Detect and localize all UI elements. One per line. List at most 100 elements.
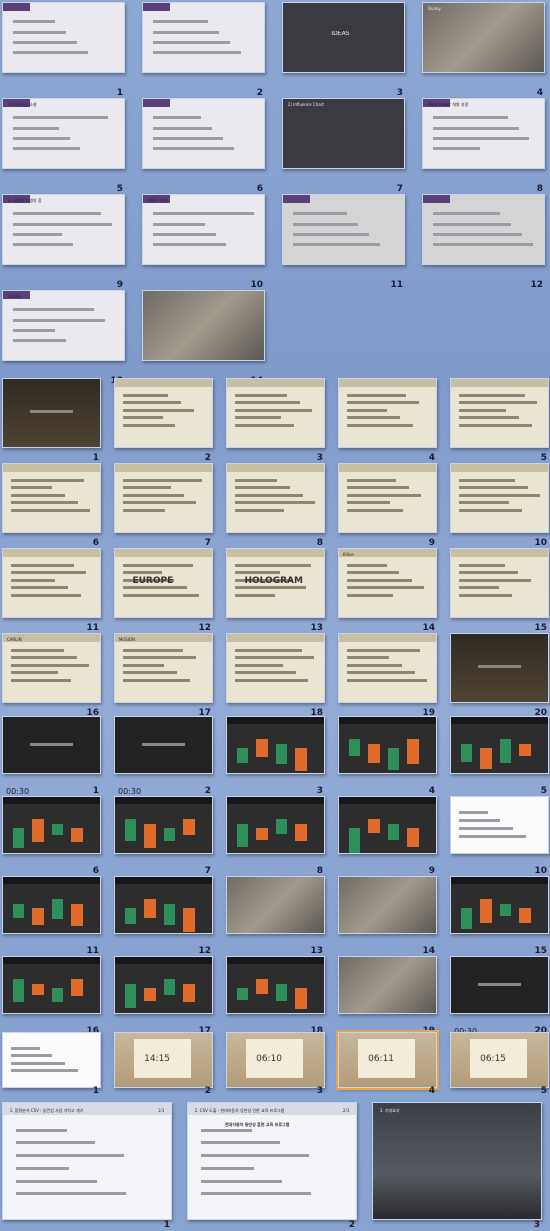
slide-thumbnail-cell[interactable]: 7 [114, 796, 226, 876]
slide-thumbnail[interactable] [450, 956, 549, 1014]
slide-thumbnail-cell[interactable]: Pivot Power 개발 과정 8 [422, 98, 550, 194]
slide-thumbnail[interactable] [2, 716, 101, 774]
slide-thumbnail[interactable]: IDEAS [282, 2, 405, 73]
slide-thumbnail[interactable] [338, 463, 437, 533]
slide-thumbnail[interactable] [450, 796, 549, 854]
slide-thumbnail-cell[interactable]: 12 [422, 194, 550, 290]
slide-thumbnail-cell[interactable]: 2000:30 [450, 956, 550, 1036]
slide-thumbnail-cell[interactable]: 1 [2, 1032, 114, 1096]
slide-thumbnail[interactable]: MUSION [114, 633, 213, 703]
slide-thumbnail[interactable] [450, 548, 549, 618]
slide-thumbnail-cell[interactable]: 20 [450, 633, 550, 718]
slide-thumbnail-cell[interactable]: 2 [114, 378, 226, 463]
slide-thumbnail-cell[interactable]: 14 [338, 876, 450, 956]
slide-thumbnail[interactable]: HOLOGRAM [226, 548, 325, 618]
slide-thumbnail-cell[interactable]: HOLOGRAM 13 [226, 548, 338, 633]
slide-thumbnail-cell[interactable]: 06:15 5 [450, 1032, 550, 1096]
slide-thumbnail[interactable] [142, 98, 265, 169]
slide-thumbnail[interactable] [226, 956, 325, 1014]
slide-thumbnail-cell[interactable]: 10 [450, 463, 550, 548]
slide-thumbnail-cell[interactable]: 3) 제품의 탄생의 힘 9 [2, 194, 142, 290]
slide-thumbnail[interactable]: 3) 제품의 탄생의 힘 [2, 194, 125, 265]
slide-thumbnail[interactable]: Quirky [2, 290, 125, 361]
slide-thumbnail[interactable] [2, 876, 101, 934]
slide-thumbnail-cell[interactable]: 8 [226, 796, 338, 876]
slide-thumbnail-cell[interactable]: 15 [450, 876, 550, 956]
slide-thumbnail-cell[interactable]: 15 [450, 548, 550, 633]
slide-thumbnail[interactable] [338, 876, 437, 934]
slide-thumbnail[interactable]: 06:11 [336, 1030, 439, 1090]
slide-thumbnail-cell[interactable]: 4 [338, 378, 450, 463]
slide-thumbnail[interactable]: CARLIN [2, 633, 101, 703]
slide-thumbnail[interactable] [114, 796, 213, 854]
slide-thumbnail-cell[interactable]: 14:15 2 [114, 1032, 226, 1096]
slide-thumbnail-cell[interactable]: 2 [142, 2, 282, 98]
slide-thumbnail[interactable] [2, 796, 101, 854]
slide-thumbnail-cell[interactable]: 8 [226, 463, 338, 548]
slide-thumbnail[interactable] [226, 463, 325, 533]
slide-thumbnail-cell[interactable]: 13 [226, 876, 338, 956]
slide-thumbnail[interactable]: 06:10 [226, 1032, 325, 1088]
slide-thumbnail[interactable] [2, 2, 125, 73]
slide-thumbnail[interactable] [338, 378, 437, 448]
slide-thumbnail-cell[interactable]: 3. 기대효과 3/3 3 [372, 1102, 550, 1230]
slide-thumbnail[interactable] [114, 463, 213, 533]
slide-thumbnail-cell[interactable]: MUSION 17 [114, 633, 226, 718]
slide-thumbnail-cell[interactable]: 4 [338, 716, 450, 796]
slide-thumbnail-cell[interactable]: 3 [226, 716, 338, 796]
slide-thumbnail[interactable] [226, 633, 325, 703]
slide-thumbnail[interactable] [450, 378, 549, 448]
slide-thumbnail-cell[interactable]: 06:10 3 [226, 1032, 338, 1096]
slide-thumbnail[interactable]: 14:15 [114, 1032, 213, 1088]
slide-thumbnail-cell[interactable]: 6 [2, 463, 114, 548]
slide-thumbnail-cell[interactable]: 18 [226, 956, 338, 1036]
slide-thumbnail[interactable] [114, 716, 213, 774]
slide-thumbnail[interactable]: 2) Influence Chart [282, 98, 405, 169]
slide-thumbnail-cell[interactable]: 1. 잠정분석 CSV : 농민업 사업 가치고 개기 1/3 1 [2, 1102, 187, 1230]
slide-thumbnail[interactable]: Kllive [338, 548, 437, 618]
slide-thumbnail[interactable] [114, 378, 213, 448]
slide-thumbnail-cell[interactable]: 2. CSV 도출 : 현대자동차 동반성 인한 교육 프로그램 현대자동차 동반… [187, 1102, 372, 1230]
slide-thumbnail[interactable] [142, 2, 265, 73]
slide-thumbnail-cell[interactable]: 6 [2, 796, 114, 876]
slide-thumbnail[interactable] [2, 378, 101, 448]
slide-thumbnail[interactable] [2, 1032, 101, 1088]
slide-thumbnail[interactable] [2, 548, 101, 618]
slide-thumbnail-cell[interactable]: Kllive 14 [338, 548, 450, 633]
slide-thumbnail-cell[interactable]: 2 00:30 [114, 716, 226, 796]
slide-thumbnail[interactable] [114, 956, 213, 1014]
slide-thumbnail[interactable] [450, 716, 549, 774]
slide-thumbnail-cell[interactable]: 3 [226, 378, 338, 463]
slide-thumbnail[interactable]: Pivot Power 개발 과정 [422, 98, 545, 169]
slide-thumbnail[interactable] [226, 876, 325, 934]
slide-thumbnail-cell[interactable]: 7 [114, 463, 226, 548]
slide-thumbnail-cell[interactable]: 11 [2, 548, 114, 633]
slide-thumbnail[interactable]: 1) 아웃소싱 소셜 [2, 98, 125, 169]
slide-thumbnail[interactable] [114, 876, 213, 934]
slide-thumbnail[interactable] [226, 716, 325, 774]
slide-thumbnail[interactable]: 2. CSV 도출 : 현대자동차 동반성 인한 교육 프로그램 현대자동차 동반… [187, 1102, 357, 1220]
slide-thumbnail-cell[interactable]: 5 [450, 378, 550, 463]
slide-thumbnail-cell[interactable]: 2) Influence Chart 7 [282, 98, 422, 194]
slide-thumbnail-cell[interactable]: 6 [142, 98, 282, 194]
slide-thumbnail-cell[interactable]: 10 [450, 796, 550, 876]
slide-thumbnail-cell[interactable]: 1 [2, 2, 142, 98]
slide-thumbnail[interactable]: 대한민 현재 [142, 194, 265, 265]
slide-thumbnail-cell[interactable]: 12 [114, 876, 226, 956]
slide-thumbnail-cell[interactable]: 19 [338, 956, 450, 1036]
slide-thumbnail[interactable] [338, 796, 437, 854]
slide-thumbnail-cell[interactable]: 9 [338, 463, 450, 548]
slide-thumbnail-cell[interactable]: 1 00:30 [2, 716, 114, 796]
slide-thumbnail-cell[interactable]: 17 [114, 956, 226, 1036]
slide-thumbnail[interactable]: 06:15 [450, 1032, 549, 1088]
slide-thumbnail[interactable] [450, 463, 549, 533]
slide-thumbnail-cell[interactable]: 06:11 4 [336, 1030, 450, 1096]
slide-thumbnail[interactable] [226, 796, 325, 854]
slide-thumbnail-cell[interactable]: 11 [282, 194, 422, 290]
slide-thumbnail-cell[interactable]: 대한민 현재 10 [142, 194, 282, 290]
slide-thumbnail[interactable] [450, 876, 549, 934]
slide-thumbnail[interactable] [338, 956, 437, 1014]
slide-thumbnail[interactable] [338, 716, 437, 774]
slide-thumbnail[interactable]: 1. 잠정분석 CSV : 농민업 사업 가치고 개기 1/3 [2, 1102, 172, 1220]
slide-thumbnail-cell[interactable]: 19 [338, 633, 450, 718]
